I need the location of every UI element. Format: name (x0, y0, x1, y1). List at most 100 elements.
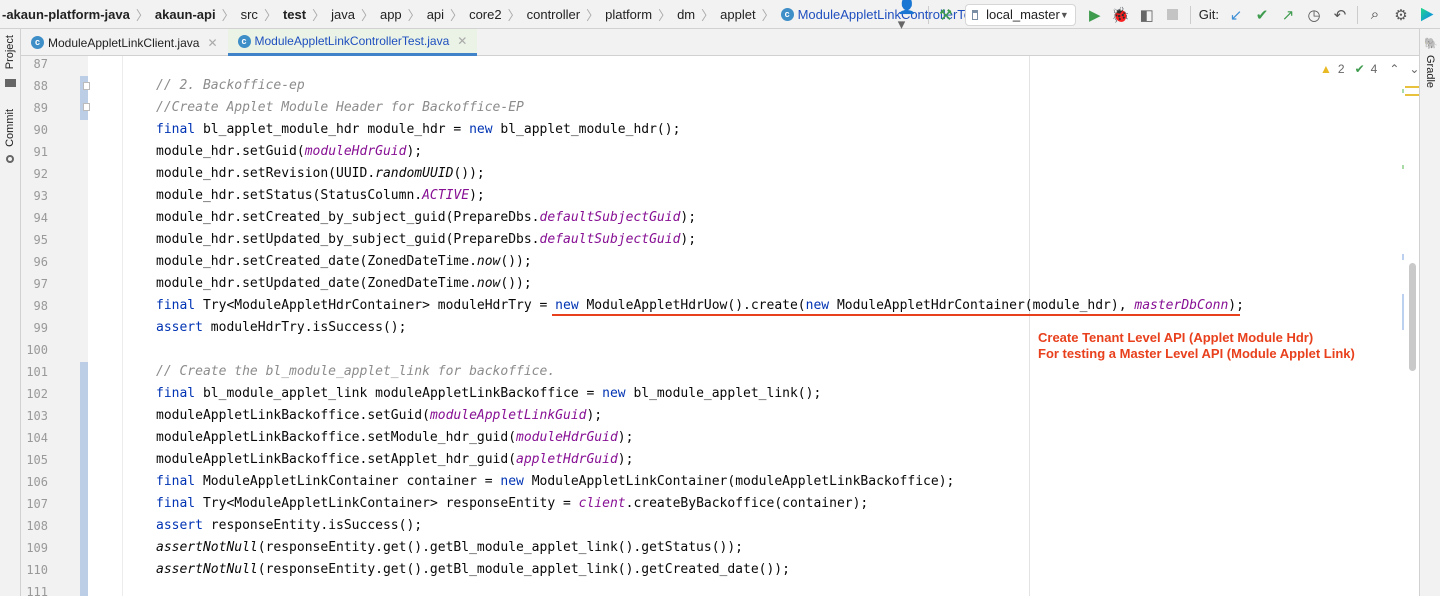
code-line[interactable]: // 2. Backoffice-ep (156, 78, 305, 93)
stop-icon[interactable] (1160, 3, 1186, 27)
warning-count: 2 (1337, 62, 1345, 76)
code-line[interactable]: moduleAppletLinkBackoffice.setApplet_hdr… (156, 452, 633, 467)
code-line[interactable]: module_hdr.setRevision(UUID.randomUUID()… (156, 166, 485, 181)
user-icon[interactable]: 👤▾ (898, 0, 924, 33)
code-token: assert (156, 518, 203, 533)
run-configuration-select[interactable]: local_master ▼ (964, 3, 1076, 26)
close-icon[interactable]: ✕ (207, 36, 217, 50)
line-number: 93 (33, 189, 48, 203)
gear-icon[interactable]: ⚙ (1388, 3, 1414, 27)
code-line[interactable]: assert moduleHdrTry.isSuccess(); (156, 320, 406, 335)
vertical-scrollbar[interactable] (1409, 263, 1416, 371)
annotation-line-1: Create Tenant Level API (Applet Module H… (1038, 330, 1314, 345)
code-line[interactable]: final Try<ModuleAppletHdrContainer> modu… (156, 298, 1244, 313)
line-number: 109 (26, 541, 48, 555)
inspection-widget[interactable]: ▲ 2 ✔ 4 ⌃ ⌄ (1320, 62, 1419, 76)
code-token: ModuleAppletHdrContainer(module_hdr), (829, 298, 1135, 313)
breadcrumb-label: core2 (469, 6, 502, 22)
code-token: moduleHdrGuid (516, 430, 618, 445)
code-line[interactable]: final bl_module_applet_link moduleApplet… (156, 386, 821, 401)
line-number: 92 (33, 167, 48, 181)
warning-stripe[interactable] (1405, 94, 1419, 96)
breadcrumb-item[interactable]: src (241, 7, 258, 22)
code-line[interactable]: assert responseEntity.isSuccess(); (156, 518, 422, 533)
run-icon[interactable]: ▶ (1082, 3, 1108, 27)
code-line[interactable]: final Try<ModuleAppletLinkContainer> res… (156, 496, 868, 511)
fold-icon[interactable] (83, 103, 90, 111)
code-token: (responseEntity.get().getBl_module_apple… (257, 540, 744, 555)
code-line[interactable]: module_hdr.setCreated_date(ZonedDateTime… (156, 254, 532, 269)
code-line[interactable]: moduleAppletLinkBackoffice.setGuid(modul… (156, 408, 602, 423)
code-token: final (156, 122, 196, 137)
tab-label: ModuleAppletLinkControllerTest.java (254, 34, 450, 48)
code-line[interactable]: // Create the bl_module_applet_link for … (156, 364, 555, 379)
line-number: 99 (33, 321, 48, 335)
breadcrumb-item[interactable]: akaun-api (155, 7, 216, 22)
search-icon[interactable]: ⌕ (1362, 3, 1388, 27)
coverage-icon[interactable]: ◧ (1134, 3, 1160, 27)
breadcrumb-item[interactable]: api (427, 7, 444, 22)
git-label: Git: (1198, 7, 1219, 22)
git-update-icon[interactable]: ↙ (1223, 3, 1249, 27)
breadcrumb-item[interactable]: test (283, 7, 306, 22)
code-line[interactable]: module_hdr.setGuid(moduleHdrGuid); (156, 144, 422, 159)
code-token: Try<ModuleAppletHdrContainer> moduleHdrT… (195, 298, 556, 313)
code-line[interactable]: final ModuleAppletLinkContainer containe… (156, 474, 954, 489)
code-line[interactable]: module_hdr.setUpdated_date(ZonedDateTime… (156, 276, 532, 291)
fold-icon[interactable] (83, 82, 90, 90)
git-commit-check-icon[interactable]: ✔ (1249, 3, 1275, 27)
code-line[interactable]: module_hdr.setUpdated_by_subject_guid(Pr… (156, 232, 696, 247)
line-number: 87 (33, 57, 48, 71)
project-tool-tab[interactable]: Project (4, 35, 16, 69)
git-push-icon[interactable]: ↗ (1275, 3, 1301, 27)
check-count: 4 (1370, 62, 1378, 76)
change-marker[interactable] (80, 362, 88, 596)
folder-icon (5, 79, 16, 87)
code-line[interactable]: assertNotNull(responseEntity.get().getBl… (156, 540, 743, 555)
line-number: 108 (26, 519, 48, 533)
build-hammer-icon[interactable]: ⚒ (933, 3, 959, 27)
breadcrumb-label: api (426, 6, 445, 22)
code-line[interactable]: module_hdr.setStatus(StatusColumn.ACTIVE… (156, 188, 485, 203)
tab-module-applet-link-controller-test[interactable]: c ModuleAppletLinkControllerTest.java ✕ (227, 29, 478, 56)
code-token: module_hdr.setRevision(UUID. (156, 166, 376, 181)
breadcrumb-item[interactable]: core2 (469, 7, 502, 22)
tab-module-applet-link-client[interactable]: c ModuleAppletLinkClient.java ✕ (21, 29, 228, 56)
code-token: moduleAppletLinkGuid (429, 408, 587, 423)
commit-tool-tab[interactable]: Commit (4, 109, 16, 147)
breadcrumb-item[interactable]: controller (527, 7, 580, 22)
breadcrumb-item[interactable]: applet (720, 7, 755, 22)
chevron-down-icon[interactable]: ⌄ (1409, 62, 1419, 76)
code-token: moduleHdrTry.isSuccess(); (202, 320, 407, 335)
code-token: final (156, 496, 196, 511)
code-line[interactable]: moduleAppletLinkBackoffice.setModule_hdr… (156, 430, 633, 445)
gradle-tool-tab[interactable]: Gradle (1424, 55, 1436, 88)
breadcrumb-item[interactable]: -akaun-platform-java (2, 7, 130, 22)
code-line[interactable]: module_hdr.setCreated_by_subject_guid(Pr… (156, 210, 696, 225)
code-line[interactable]: assertNotNull(responseEntity.get().getBl… (156, 562, 790, 577)
debug-bug-icon[interactable]: 🐞 (1108, 3, 1134, 27)
breadcrumb: -akaun-platform-java 〉 akaun-api 〉 src 〉 test 〉… (0, 5, 981, 24)
breadcrumb-item[interactable]: app (380, 7, 402, 22)
breadcrumb-item[interactable]: platform (605, 7, 652, 22)
breadcrumb-separator-icon: 〉 (312, 7, 326, 23)
breadcrumb-item[interactable]: dm (677, 7, 695, 22)
code-line[interactable]: final bl_applet_module_hdr module_hdr = … (156, 122, 680, 137)
change-stripe (1402, 294, 1404, 330)
code-token: bl_module_applet_link(); (625, 386, 822, 401)
line-number: 96 (33, 255, 48, 269)
plugin-logo-icon[interactable] (1414, 3, 1440, 27)
code-token: ); (586, 408, 603, 423)
breadcrumb-item[interactable]: java (331, 7, 355, 22)
code-token: module_hdr.setUpdated_by_subject_guid(Pr… (156, 232, 540, 247)
close-icon[interactable]: ✕ (457, 34, 467, 48)
java-test-class-icon: c (237, 34, 251, 48)
code-line[interactable]: //Create Applet Module Header for Backof… (156, 100, 524, 115)
code-token: bl_applet_module_hdr module_hdr = (195, 122, 470, 137)
history-clock-icon[interactable]: ◷ (1301, 3, 1327, 27)
chevron-up-icon[interactable]: ⌃ (1389, 62, 1399, 76)
code-token: final (156, 298, 196, 313)
warning-stripe[interactable] (1405, 86, 1419, 88)
rollback-icon[interactable]: ↶ (1327, 3, 1353, 27)
breadcrumb-label: akaun-api (154, 6, 216, 22)
